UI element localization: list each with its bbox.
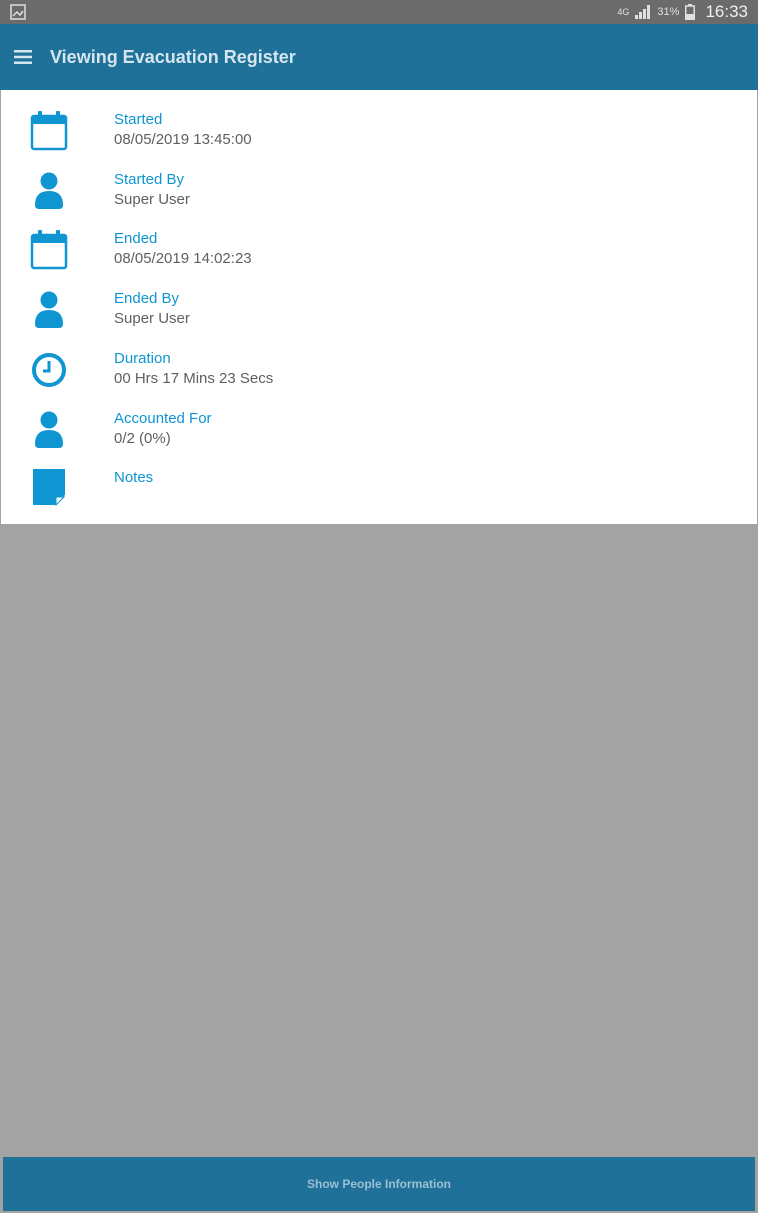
page-title: Viewing Evacuation Register [50, 46, 296, 67]
battery-percent: 31% [657, 6, 680, 18]
detail-row-ended-by: Ended By Super User [1, 290, 757, 346]
person-icon [35, 291, 63, 328]
network-type-label: 4G [617, 6, 630, 17]
register-details-card: Started 08/05/2019 13:45:00 Started By S… [1, 90, 757, 524]
detail-label: Started By [114, 171, 185, 188]
detail-row-started: Started 08/05/2019 13:45:00 [1, 111, 757, 167]
detail-row-ended: Ended 08/05/2019 14:02:23 [1, 230, 757, 286]
gallery-notification-icon [10, 4, 26, 20]
detail-label: Ended [114, 230, 158, 247]
detail-row-duration: Duration 00 Hrs 17 Mins 23 Secs [1, 350, 757, 406]
calendar-icon [30, 230, 68, 270]
detail-value: 08/05/2019 14:02:23 [114, 250, 252, 267]
detail-label: Started [114, 111, 163, 128]
person-icon [35, 172, 63, 209]
clock-icon [32, 353, 66, 387]
status-indicators: 4G 31% 16:33 [617, 0, 748, 24]
detail-label: Notes [114, 469, 154, 486]
person-icon [35, 411, 63, 448]
detail-label: Duration [114, 350, 171, 367]
detail-label: Ended By [114, 290, 180, 307]
detail-value: 00 Hrs 17 Mins 23 Secs [114, 370, 274, 387]
status-bar: 4G 31% 16:33 [0, 0, 758, 24]
show-people-information-button[interactable]: Show People Information [3, 1157, 755, 1211]
detail-value: Super User [114, 310, 190, 327]
calendar-icon [30, 111, 68, 151]
detail-row-notes[interactable]: Notes [1, 469, 757, 525]
detail-label: Accounted For [114, 410, 212, 427]
detail-value: 08/05/2019 13:45:00 [114, 131, 252, 148]
hamburger-menu-icon [14, 50, 32, 64]
detail-row-accounted-for: Accounted For 0/2 (0%) [1, 410, 757, 466]
menu-button[interactable] [8, 42, 38, 72]
status-clock: 16:33 [705, 2, 748, 21]
detail-row-started-by: Started By Super User [1, 171, 757, 227]
signal-icon [635, 5, 651, 19]
battery-icon [685, 4, 696, 20]
detail-value: Super User [114, 191, 190, 208]
detail-value: 0/2 (0%) [114, 430, 171, 447]
note-icon [33, 469, 66, 507]
app-bar: Viewing Evacuation Register [0, 24, 758, 90]
